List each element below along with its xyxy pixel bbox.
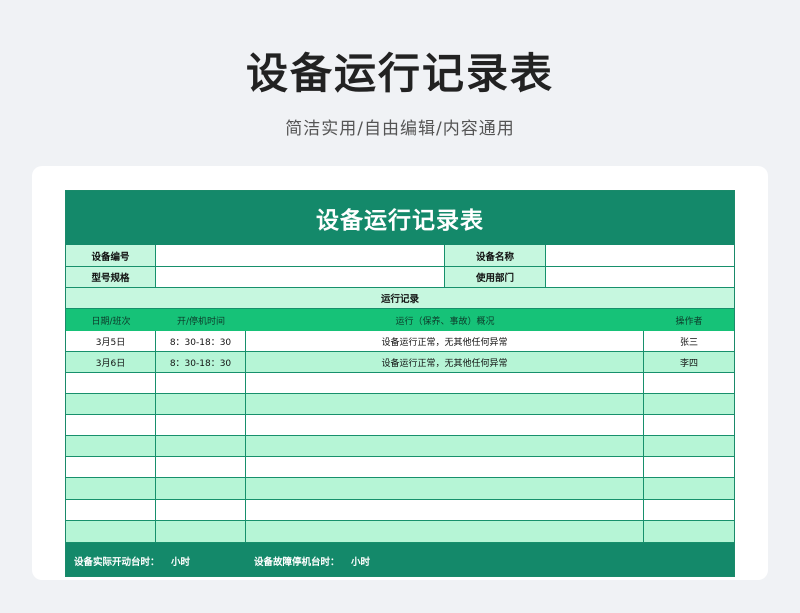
- table-cell[interactable]: [644, 521, 734, 543]
- table-cell[interactable]: [156, 415, 246, 436]
- page-title: 设备运行记录表: [245, 49, 554, 98]
- table-cell[interactable]: [246, 478, 644, 500]
- column-header-operator: 操作者: [644, 309, 734, 331]
- table-cell[interactable]: [156, 478, 246, 500]
- device-name-field[interactable]: [546, 245, 734, 267]
- table-cell[interactable]: [156, 500, 246, 521]
- actual-hours-unit: 小时: [171, 557, 191, 568]
- table-cell[interactable]: [66, 500, 156, 521]
- table-cell[interactable]: 3月5日: [66, 331, 156, 352]
- table-cell[interactable]: [246, 394, 644, 415]
- fault-hours-unit: 小时: [351, 557, 371, 568]
- table-cell[interactable]: [66, 478, 156, 500]
- table-cell[interactable]: [246, 500, 644, 521]
- table-cell[interactable]: [156, 457, 246, 478]
- table-cell[interactable]: 8：30-18：30: [156, 331, 246, 352]
- sheet-title: 设备运行记录表: [66, 191, 734, 245]
- column-header-status: 运行（保养、事故）概况: [246, 309, 644, 331]
- department-field[interactable]: [546, 267, 734, 288]
- table-cell[interactable]: [66, 457, 156, 478]
- table-cell[interactable]: [66, 521, 156, 543]
- table-cell[interactable]: [644, 436, 734, 457]
- table-cell[interactable]: [246, 436, 644, 457]
- actual-hours-label: 设备实际开动台时：: [74, 557, 160, 568]
- table-cell[interactable]: [156, 394, 246, 415]
- table-cell[interactable]: [644, 394, 734, 415]
- model-label: 型号规格: [66, 267, 156, 288]
- device-name-label: 设备名称: [445, 245, 546, 267]
- table-cell[interactable]: 设备运行正常，无其他任何异常: [246, 352, 644, 373]
- department-label: 使用部门: [445, 267, 546, 288]
- table-cell[interactable]: 3月6日: [66, 352, 156, 373]
- table-cell[interactable]: 设备运行正常，无其他任何异常: [246, 331, 644, 352]
- section-title: 运行记录: [66, 288, 734, 309]
- device-no-label: 设备编号: [66, 245, 156, 267]
- table-cell[interactable]: [156, 436, 246, 457]
- column-header-time: 开/停机时间: [156, 309, 246, 331]
- record-sheet: 设备运行记录表 设备编号 设备名称 型号规格 使用部门 运行记录 日期/班次 开…: [65, 190, 735, 577]
- table-cell[interactable]: [246, 521, 644, 543]
- table-cell[interactable]: [644, 457, 734, 478]
- table-cell[interactable]: [66, 373, 156, 394]
- table-cell[interactable]: [644, 500, 734, 521]
- table-cell[interactable]: [246, 457, 644, 478]
- table-cell[interactable]: [66, 394, 156, 415]
- table-cell[interactable]: [644, 478, 734, 500]
- table-cell[interactable]: [66, 436, 156, 457]
- fault-hours-label: 设备故障停机台时：: [254, 557, 340, 568]
- device-no-field[interactable]: [156, 245, 445, 267]
- table-cell[interactable]: [644, 373, 734, 394]
- table-cell[interactable]: 张三: [644, 331, 734, 352]
- table-cell[interactable]: [156, 373, 246, 394]
- sheet-footer: 设备实际开动台时： 小时 设备故障停机台时： 小时: [66, 543, 734, 576]
- table-cell[interactable]: 李四: [644, 352, 734, 373]
- table-cell[interactable]: [246, 415, 644, 436]
- table-cell[interactable]: [156, 521, 246, 543]
- table-cell[interactable]: 8：30-18：30: [156, 352, 246, 373]
- table-cell[interactable]: [644, 415, 734, 436]
- page-subtitle: 简洁实用/自由编辑/内容通用: [285, 119, 515, 139]
- table-cell[interactable]: [66, 415, 156, 436]
- model-field[interactable]: [156, 267, 445, 288]
- column-header-date: 日期/班次: [66, 309, 156, 331]
- table-cell[interactable]: [246, 373, 644, 394]
